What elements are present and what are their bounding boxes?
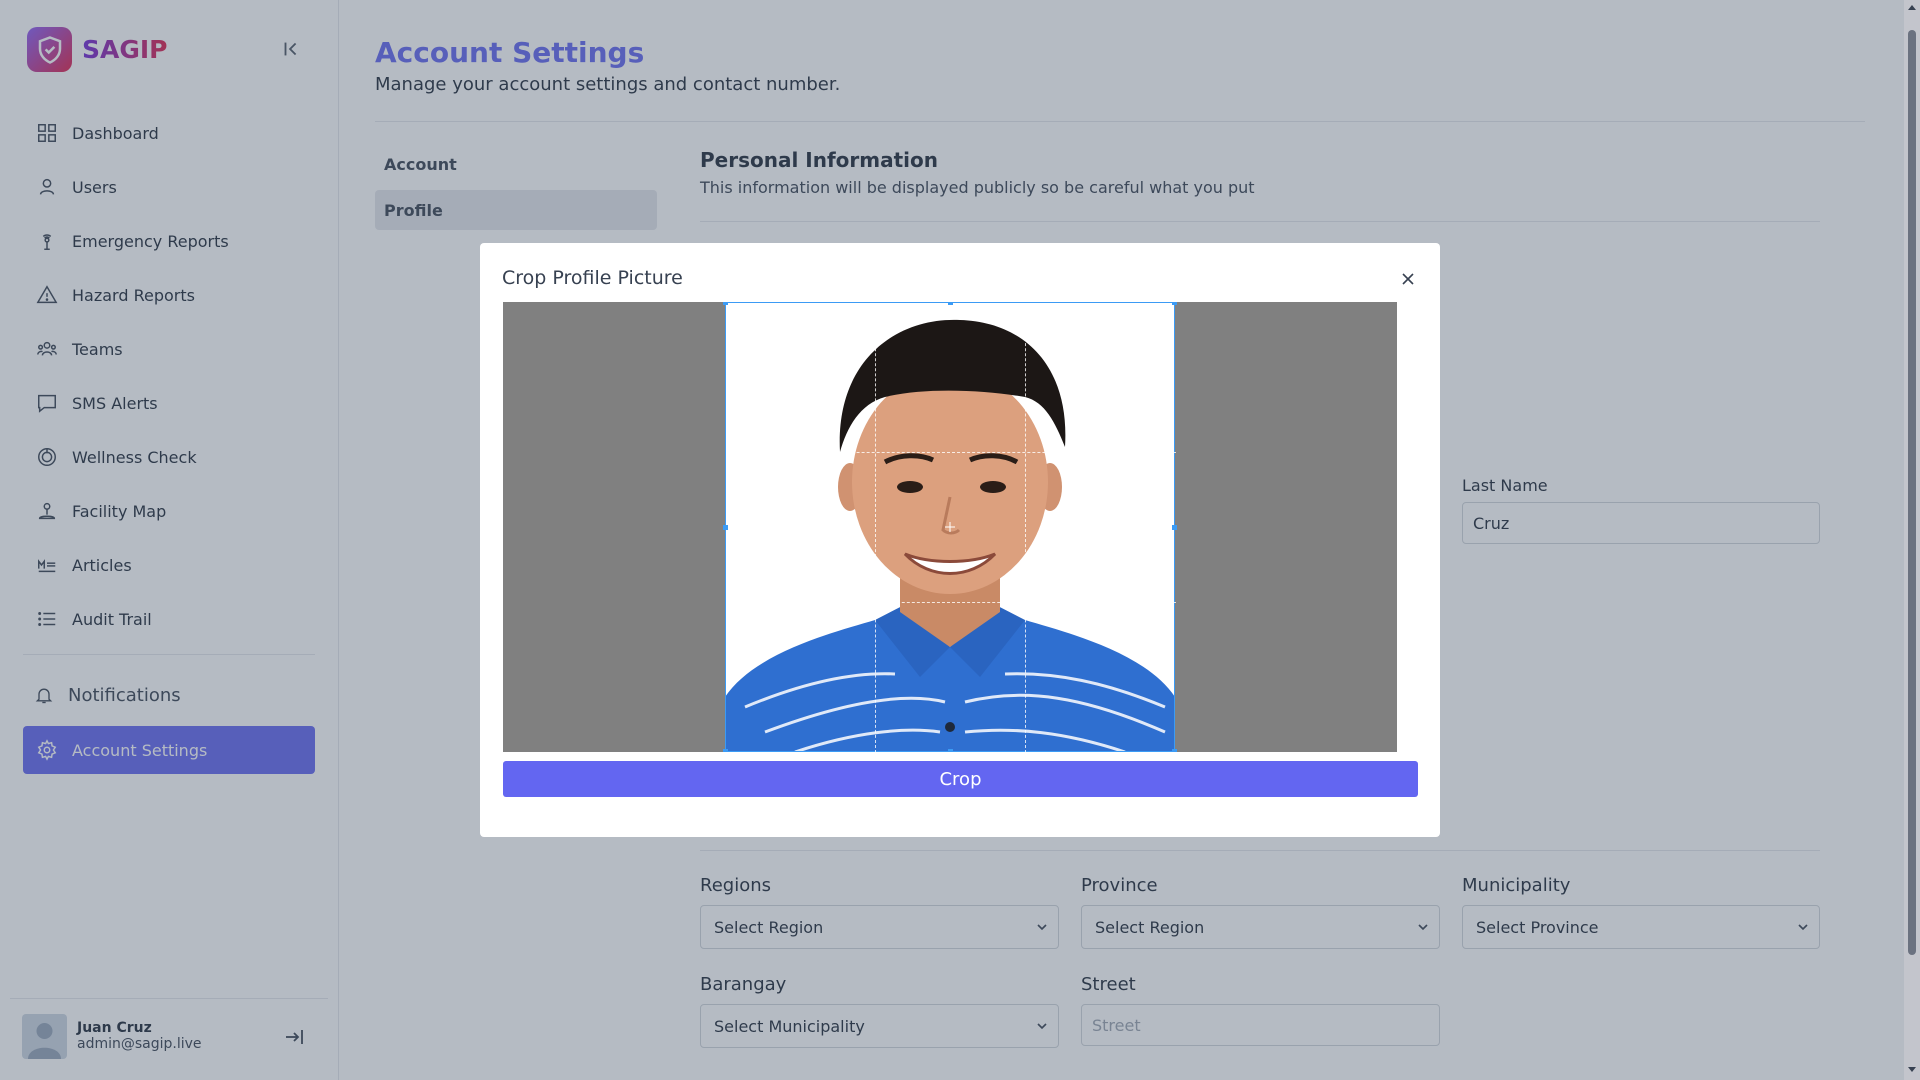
crop-handle-right[interactable] — [1172, 525, 1177, 530]
crop-center-crosshair-icon — [945, 522, 955, 532]
modal-title: Crop Profile Picture — [502, 267, 683, 289]
close-icon[interactable] — [1400, 271, 1416, 287]
crop-selection-box[interactable] — [723, 302, 1177, 752]
crop-handle-top[interactable] — [948, 302, 953, 305]
crop-guide-line — [1025, 303, 1026, 752]
crop-handle-left[interactable] — [723, 525, 728, 530]
scrollbar-thumb[interactable] — [1908, 30, 1916, 955]
crop-profile-picture-modal: Crop Profile Picture Crop — [480, 243, 1440, 837]
crop-button[interactable]: Crop — [503, 761, 1418, 797]
crop-area[interactable] — [503, 302, 1397, 752]
scroll-down-arrow-icon[interactable] — [1907, 1064, 1917, 1074]
crop-handle-top-right[interactable] — [1172, 302, 1177, 305]
crop-handle-bottom-left[interactable] — [723, 749, 728, 752]
crop-guide-line — [726, 602, 1176, 603]
scroll-up-arrow-icon[interactable] — [1907, 3, 1917, 13]
crop-handle-bottom[interactable] — [948, 749, 953, 752]
page-scrollbar[interactable] — [1904, 0, 1920, 1080]
crop-handle-bottom-right[interactable] — [1172, 749, 1177, 752]
crop-guide-line — [875, 303, 876, 752]
crop-handle-top-left[interactable] — [723, 302, 728, 305]
crop-guide-line — [726, 452, 1176, 453]
